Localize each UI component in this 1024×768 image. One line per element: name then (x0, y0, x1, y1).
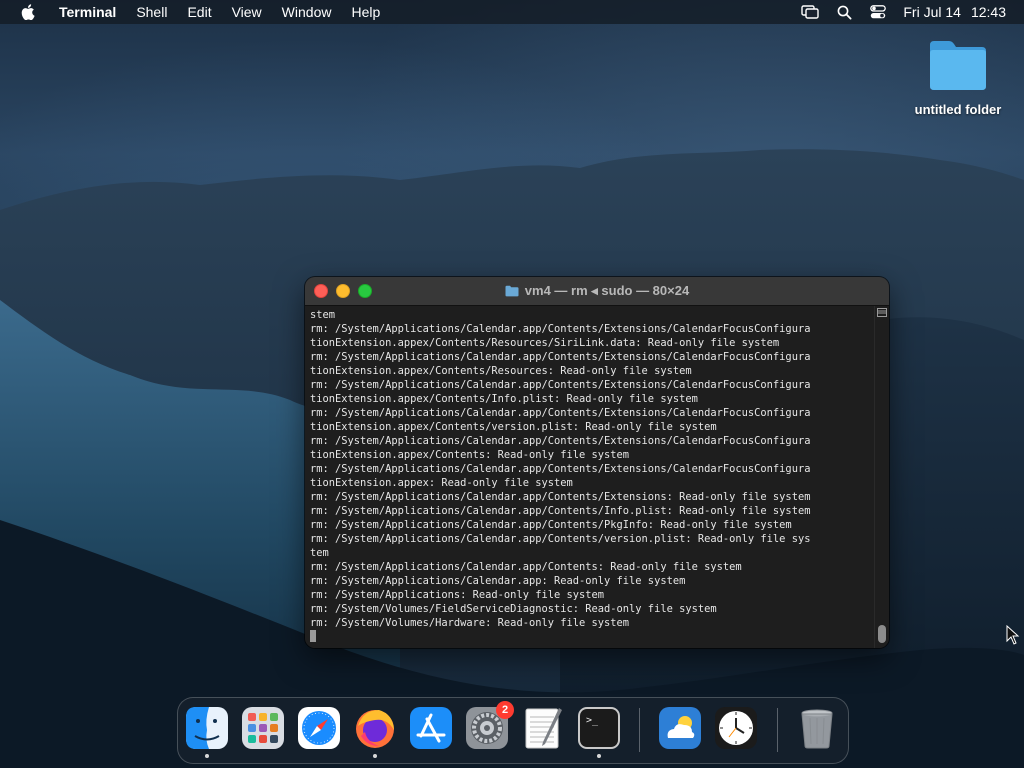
dock-firefox[interactable] (353, 706, 397, 758)
dock-weather[interactable] (658, 706, 702, 750)
terminal-line: rm: /System/Applications/Calendar.app/Co… (310, 407, 811, 419)
running-indicator (205, 754, 209, 758)
firefox-icon (356, 710, 394, 748)
menu-edit[interactable]: Edit (177, 0, 221, 24)
dock-safari[interactable] (297, 706, 341, 750)
menu-shell[interactable]: Shell (126, 0, 177, 24)
window-minimize-button[interactable] (336, 284, 350, 298)
trash-icon (801, 709, 833, 749)
dock-finder[interactable] (185, 706, 229, 758)
terminal-line: rm: /System/Applications/Calendar.app/Co… (310, 519, 792, 531)
desktop-folder[interactable]: untitled folder (906, 38, 1010, 117)
menu-help[interactable]: Help (341, 0, 390, 24)
screen-mirroring-icon[interactable] (793, 0, 827, 24)
terminal-line: rm: /System/Applications/Calendar.app/Co… (310, 351, 811, 363)
svg-text:>_: >_ (586, 715, 599, 726)
terminal-line: rm: /System/Volumes/FieldServiceDiagnost… (310, 603, 717, 615)
weather-icon (659, 707, 701, 749)
dock-divider (777, 708, 778, 752)
terminal-icon: >_ (578, 707, 620, 749)
running-indicator (597, 754, 601, 758)
terminal-line: rm: /System/Applications/Calendar.app/Co… (310, 463, 811, 475)
spotlight-search-icon[interactable] (827, 0, 861, 24)
folder-icon[interactable] (927, 38, 989, 92)
textedit-icon (525, 708, 562, 749)
terminal-line: rm: /System/Applications/Calendar.app: R… (310, 575, 686, 587)
folder-proxy-icon (505, 285, 519, 297)
dock-app-store[interactable] (409, 706, 453, 750)
menu-bar-time: 12:43 (970, 4, 1006, 20)
split-pane-icon[interactable] (877, 308, 887, 317)
terminal-line: rm: /System/Applications/Calendar.app/Co… (310, 505, 811, 517)
apple-menu-icon[interactable] (17, 1, 39, 23)
dock: 2 >_ (177, 697, 849, 764)
terminal-title-text: vm4 — rm ◂ sudo — 80×24 (524, 283, 690, 298)
terminal-line: rm: /System/Applications/Calendar.app/Co… (310, 435, 811, 447)
terminal-line: rm: /System/Applications/Calendar.app/Co… (310, 533, 811, 545)
text-cursor (310, 630, 316, 642)
terminal-line: tionExtension.appex/Contents/Resources/S… (310, 337, 780, 349)
terminal-line: stem (310, 309, 336, 321)
scrollbar-thumb[interactable] (878, 625, 886, 643)
terminal-line: tionExtension.appex/Contents/Info.plist:… (310, 393, 698, 405)
dock-launchpad[interactable] (241, 706, 285, 750)
terminal-line: rm: /System/Applications: Read-only file… (310, 589, 605, 601)
terminal-line: tionExtension.appex/Contents: Read-only … (310, 449, 630, 461)
window-zoom-button[interactable] (358, 284, 372, 298)
terminal-line: rm: /System/Applications/Calendar.app/Co… (310, 561, 742, 573)
desktop-folder-label: untitled folder (914, 102, 1002, 117)
terminal-line: rm: /System/Volumes/Hardware: Read-only … (310, 617, 630, 629)
window-close-button[interactable] (314, 284, 328, 298)
terminal-output[interactable]: stem rm: /System/Applications/Calendar.ap… (305, 306, 875, 648)
terminal-line: rm: /System/Applications/Calendar.app/Co… (310, 323, 811, 335)
dock-terminal[interactable]: >_ (577, 706, 621, 758)
terminal-line: tionExtension.appex/Contents/Resources: … (310, 365, 692, 377)
dock-divider (639, 708, 640, 752)
dock-clock[interactable] (714, 706, 758, 750)
running-indicator (373, 754, 377, 758)
mouse-pointer-icon (1006, 625, 1020, 645)
control-center-icon[interactable] (861, 0, 895, 24)
terminal-line: rm: /System/Applications/Calendar.app/Co… (310, 491, 811, 503)
dock-system-settings[interactable]: 2 (465, 701, 514, 750)
terminal-line: tionExtension.appex: Read-only file syst… (310, 477, 573, 489)
app-store-icon (410, 707, 452, 749)
terminal-window[interactable]: vm4 — rm ◂ sudo — 80×24 stem rm: /System/… (305, 277, 889, 648)
dock-trash[interactable] (795, 706, 839, 750)
menu-bar-date: Fri Jul 14 (903, 4, 961, 20)
terminal-titlebar[interactable]: vm4 — rm ◂ sudo — 80×24 (305, 277, 889, 306)
menu-window[interactable]: Window (272, 0, 342, 24)
terminal-line: tem (310, 547, 329, 559)
terminal-line: rm: /System/Applications/Calendar.app/Co… (310, 379, 811, 391)
menu-app-terminal[interactable]: Terminal (49, 0, 126, 24)
safari-icon (298, 707, 340, 749)
terminal-prompt-line[interactable] (310, 630, 875, 644)
terminal-scrollbar[interactable] (874, 306, 889, 648)
menu-view[interactable]: View (222, 0, 272, 24)
dock-textedit[interactable] (521, 706, 565, 750)
notification-badge: 2 (496, 701, 514, 719)
finder-icon (186, 707, 228, 749)
terminal-line: tionExtension.appex/Contents/version.pli… (310, 421, 717, 433)
clock-icon (715, 707, 757, 749)
menu-bar: Terminal Shell Edit View Window Help Fri… (0, 0, 1024, 24)
terminal-title: vm4 — rm ◂ sudo — 80×24 (305, 277, 889, 305)
launchpad-icon (242, 707, 284, 749)
menu-bar-clock[interactable]: Fri Jul 14 12:43 (895, 4, 1024, 20)
